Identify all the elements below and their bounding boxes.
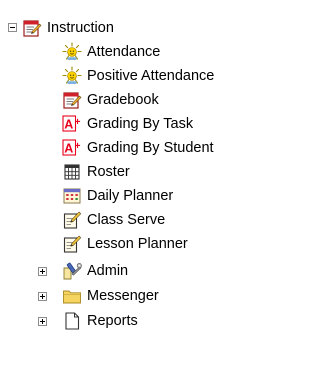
tree-node-label: Gradebook — [87, 92, 159, 108]
calendar-icon — [62, 186, 82, 206]
tree-node-gradebook[interactable]: Gradebook — [62, 88, 159, 112]
tree-node-label: Class Serve — [87, 212, 166, 228]
document-icon — [62, 311, 82, 331]
tree-node-attendance[interactable]: Attendance — [62, 40, 160, 64]
roster-grid-icon — [62, 162, 82, 182]
tree-node-reports[interactable]: Reports — [62, 309, 138, 333]
sun-icon — [62, 66, 82, 86]
tree-node-class-serve[interactable]: Class Serve — [62, 208, 165, 232]
tree-node-positive-attendance[interactable]: Positive Attendance — [62, 64, 214, 88]
tree-node-label: Reports — [87, 313, 138, 329]
gradebook-icon — [22, 18, 42, 38]
tree-node-label: Attendance — [87, 44, 161, 60]
tree-node-instruction[interactable]: Instruction — [22, 16, 114, 40]
tree-node-label: Instruction — [47, 20, 114, 36]
tree-node-label: Positive Attendance — [87, 68, 215, 84]
tree-node-label: Admin — [87, 263, 129, 279]
admin-tools-icon — [62, 261, 82, 281]
expand-messenger-toggle[interactable] — [38, 292, 47, 301]
tree-node-label: Roster — [87, 164, 130, 180]
gradebook-icon — [62, 90, 82, 110]
tree-node-grading-by-student[interactable]: Grading By Student — [62, 136, 214, 160]
grade-a-plus-icon — [62, 114, 82, 134]
notepad-pencil-icon — [62, 234, 82, 254]
collapse-instruction-toggle[interactable] — [8, 23, 17, 32]
grade-a-plus-icon — [62, 138, 82, 158]
folder-icon — [62, 286, 82, 306]
tree-node-roster[interactable]: Roster — [62, 160, 130, 184]
tree-node-label: Grading By Task — [87, 116, 194, 132]
tree-node-messenger[interactable]: Messenger — [62, 284, 159, 308]
tree-node-grading-by-task[interactable]: Grading By Task — [62, 112, 193, 136]
tree-node-lesson-planner[interactable]: Lesson Planner — [62, 232, 188, 256]
navigation-tree: Instruction Attendance Positive Attendan… — [0, 0, 262, 365]
tree-node-admin[interactable]: Admin — [62, 259, 128, 283]
sun-icon — [62, 42, 82, 62]
tree-node-label: Lesson Planner — [87, 236, 188, 252]
expand-admin-toggle[interactable] — [38, 267, 47, 276]
notepad-pencil-icon — [62, 210, 82, 230]
tree-node-label: Messenger — [87, 288, 159, 304]
tree-node-label: Daily Planner — [87, 188, 174, 204]
tree-node-daily-planner[interactable]: Daily Planner — [62, 184, 173, 208]
expand-reports-toggle[interactable] — [38, 317, 47, 326]
tree-node-label: Grading By Student — [87, 140, 214, 156]
